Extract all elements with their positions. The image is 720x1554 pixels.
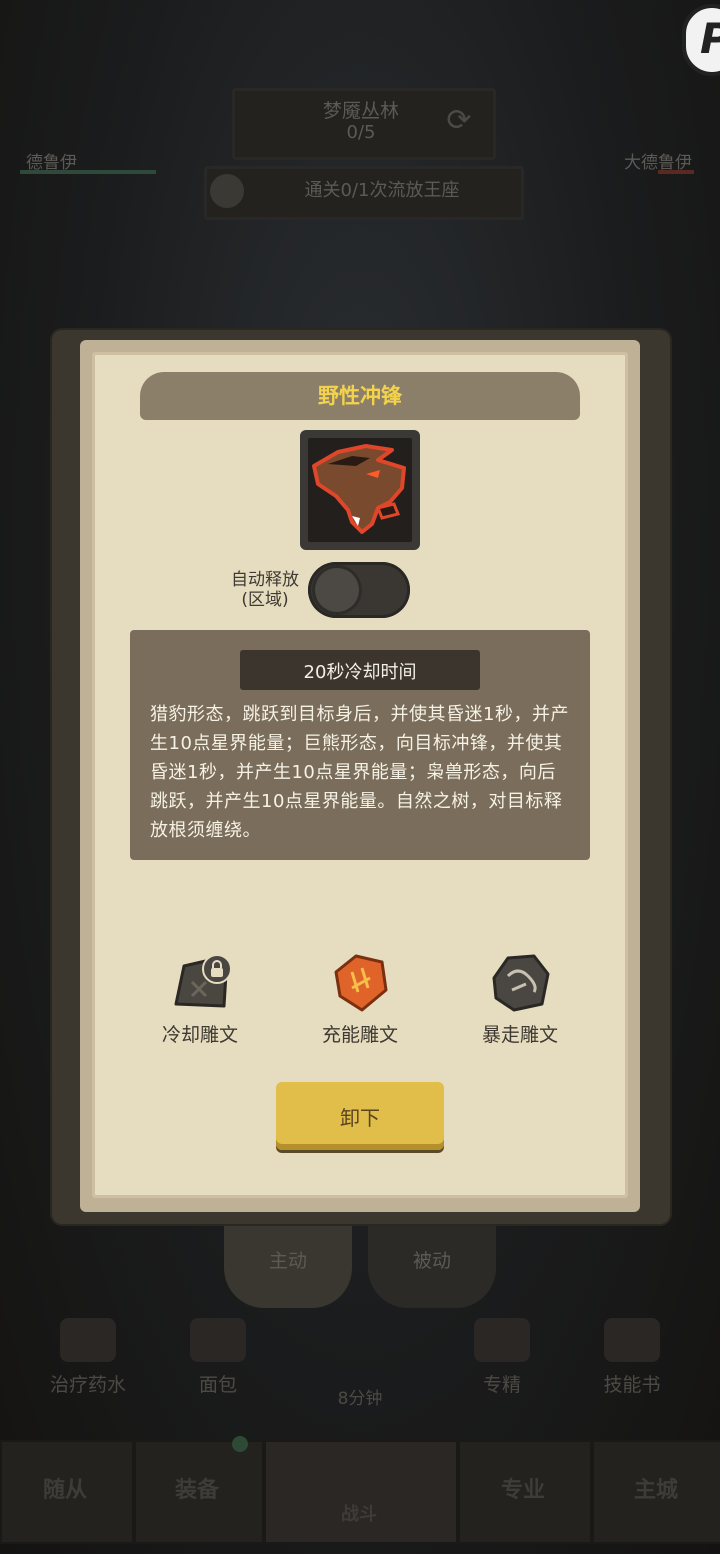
unequip-button-label: 卸下 xyxy=(340,1106,380,1130)
skill-description: 猎豹形态，跳跃到目标身后，并使其昏迷1秒，并产生10点星界能量；巨熊形态，向目标… xyxy=(150,704,569,841)
skill-book-icon xyxy=(604,1318,660,1362)
cooldown-text: 20秒冷却时间 xyxy=(303,662,417,683)
item-skillbook-label: 技能书 xyxy=(603,1374,661,1396)
bread-icon xyxy=(190,1318,246,1362)
rampage-rune-icon[interactable] xyxy=(490,952,550,1012)
nav-main-city-label: 主城 xyxy=(633,1478,678,1503)
auto-cast-label-sub: (区域) xyxy=(241,590,289,610)
nav-followers-label: 随从 xyxy=(42,1478,87,1503)
item-potion-label: 治疗药水 xyxy=(49,1374,126,1396)
corner-logo-letter-icon: P xyxy=(700,14,720,63)
tab-passive-label: 被动 xyxy=(412,1250,451,1272)
charge-rune-icon[interactable] xyxy=(330,952,390,1012)
beast-charge-icon xyxy=(308,438,412,542)
rune-charge-label: 充能雕文 xyxy=(321,1024,398,1046)
quest-text: 通关0/1次流放王座 xyxy=(304,180,460,201)
nav-profession-label: 专业 xyxy=(500,1478,545,1503)
nav-equipment-label: 装备 xyxy=(174,1478,219,1503)
notification-dot-icon xyxy=(232,1436,248,1452)
refresh-icon: ⟳ xyxy=(446,103,472,138)
specialization-icon xyxy=(474,1318,530,1362)
auto-cast-label: 自动释放 (区域) xyxy=(210,570,320,610)
left-progress-bar xyxy=(20,170,156,174)
quest-icon xyxy=(210,174,244,208)
auto-cast-label-main: 自动释放 xyxy=(231,570,299,590)
skill-title: 野性冲锋 xyxy=(318,384,402,408)
rune-cooldown-label: 冷却雕文 xyxy=(161,1024,238,1046)
lock-icon xyxy=(202,954,232,984)
timer-label: 8分钟 xyxy=(337,1389,383,1409)
nav-battle-label: 战斗 xyxy=(341,1504,377,1525)
potion-icon xyxy=(60,1318,116,1362)
item-spec-label: 专精 xyxy=(482,1374,521,1396)
auto-cast-toggle-knob[interactable] xyxy=(312,565,362,615)
right-progress-bar xyxy=(658,170,694,174)
tab-active-label: 主动 xyxy=(268,1250,307,1272)
item-bread-label: 面包 xyxy=(198,1374,237,1396)
rune-rampage-label: 暴走雕文 xyxy=(481,1024,558,1046)
nav-battle xyxy=(264,1440,458,1544)
